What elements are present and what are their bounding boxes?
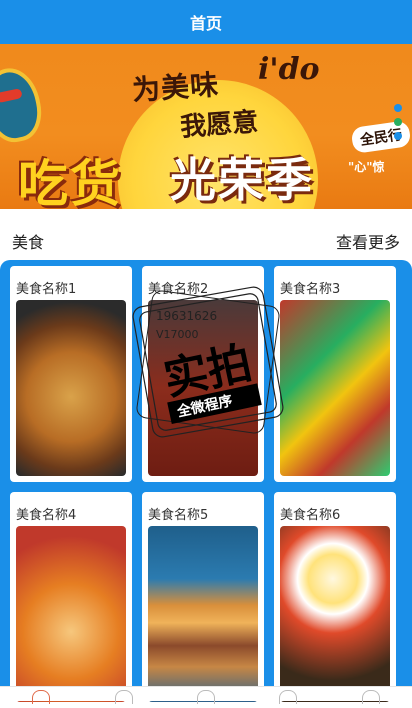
list-icon[interactable] bbox=[279, 690, 298, 704]
banner-headline-left: 吃货 bbox=[18, 155, 122, 209]
food-card[interactable]: 美食名称1 bbox=[10, 266, 132, 482]
banner-ido-text: i'do bbox=[258, 52, 320, 87]
food-image[interactable] bbox=[16, 300, 126, 476]
page-title: 首页 bbox=[189, 14, 222, 33]
food-name: 美食名称6 bbox=[280, 508, 341, 523]
category-icon[interactable] bbox=[114, 690, 133, 704]
home-icon[interactable] bbox=[32, 690, 51, 704]
promo-banner[interactable]: i'do 为美味 我愿意 吃货 光荣季 全民行 "心"惊 bbox=[0, 44, 412, 209]
banner-mask-decoration bbox=[0, 63, 48, 147]
food-name: 美食名称5 bbox=[148, 508, 209, 523]
food-card[interactable]: 美食名称6 bbox=[274, 492, 396, 708]
banner-dot[interactable] bbox=[394, 118, 402, 126]
banner-pagination-dots[interactable] bbox=[394, 104, 404, 164]
food-image[interactable] bbox=[148, 300, 258, 476]
calendar-icon[interactable] bbox=[196, 690, 215, 704]
banner-headline-right: 光荣季 bbox=[170, 153, 314, 207]
food-card[interactable]: 美食名称4 bbox=[10, 492, 132, 708]
view-more-link[interactable]: 查看更多 bbox=[336, 229, 400, 253]
food-card[interactable]: 美食名称2 bbox=[142, 266, 264, 482]
food-card[interactable]: 美食名称5 bbox=[142, 492, 264, 708]
food-name: 美食名称1 bbox=[16, 282, 77, 297]
food-image[interactable] bbox=[280, 526, 390, 702]
banner-slogan-line1: 为美味 bbox=[131, 68, 221, 107]
banner-dot[interactable] bbox=[394, 104, 402, 112]
profile-icon[interactable] bbox=[361, 690, 380, 704]
banner-tag-small: "心"惊 bbox=[348, 160, 385, 174]
bottom-tab-bar bbox=[0, 686, 412, 704]
food-section-header: 美食 查看更多 bbox=[0, 225, 412, 257]
section-title: 美食 bbox=[12, 233, 45, 252]
food-image[interactable] bbox=[148, 526, 258, 702]
banner-dot[interactable] bbox=[394, 132, 402, 140]
food-name: 美食名称4 bbox=[16, 508, 77, 523]
food-name: 美食名称2 bbox=[148, 282, 209, 297]
food-image[interactable] bbox=[16, 526, 126, 702]
food-card[interactable]: 美食名称3 bbox=[274, 266, 396, 482]
food-name: 美食名称3 bbox=[280, 282, 341, 297]
food-image[interactable] bbox=[280, 300, 390, 476]
banner-slogan-line2: 我愿意 bbox=[179, 107, 260, 143]
food-grid: 美食名称1 美食名称2 美食名称3 美食名称4 美食名称5 美食名称6 bbox=[0, 260, 412, 708]
top-nav-bar: 首页 bbox=[0, 0, 412, 44]
